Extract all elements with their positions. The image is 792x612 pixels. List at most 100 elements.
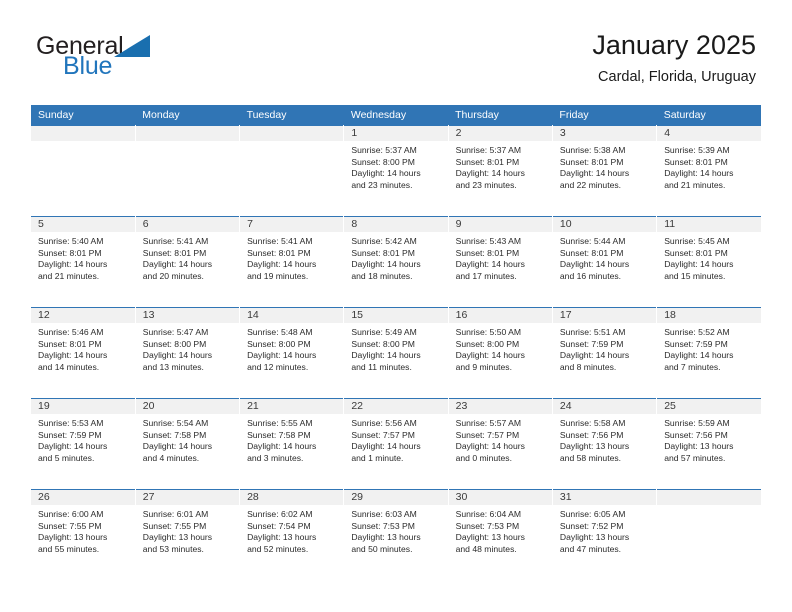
sunrise-time: Sunrise: 5:51 AM (559, 327, 626, 337)
sunrise-time: Sunrise: 5:55 AM (247, 418, 313, 428)
day-details: Sunrise: 5:49 AM Sunset: 8:00 PM Daylight:… (344, 323, 447, 373)
brand-logo[interactable]: General Blue (36, 32, 216, 84)
calendar-day-cell-empty (31, 125, 136, 217)
calendar-day-cell[interactable]: 16 Sunrise: 5:50 AM Sunset: 8:00 PM Dayligh… (448, 307, 553, 399)
calendar-day-cell[interactable]: 11 Sunrise: 5:45 AM Sunset: 8:01 PM Dayligh… (656, 216, 761, 308)
day-number (240, 126, 344, 141)
daylight-duration-line2: and 16 minutes. (559, 270, 622, 281)
calendar-day-cell[interactable]: 14 Sunrise: 5:48 AM Sunset: 8:00 PM Dayligh… (239, 307, 345, 399)
calendar-day-cell[interactable]: 26 Sunrise: 6:00 AM Sunset: 7:55 PM Dayligh… (31, 489, 136, 580)
sunrise-time: Sunrise: 5:48 AM (247, 327, 313, 337)
daylight-duration-line2: and 7 minutes. (664, 361, 721, 372)
day-details: Sunrise: 5:40 AM Sunset: 8:01 PM Daylight:… (31, 232, 135, 282)
daylight-duration-line2: and 15 minutes. (664, 270, 726, 281)
daylight-duration-line1: Daylight: 14 hours (664, 168, 734, 179)
calendar-day-cell[interactable]: 24 Sunrise: 5:58 AM Sunset: 7:56 PM Dayligh… (552, 398, 658, 490)
calendar-day-cell[interactable]: 30 Sunrise: 6:04 AM Sunset: 7:53 PM Dayligh… (448, 489, 553, 580)
daylight-duration-line1: Daylight: 14 hours (142, 441, 213, 452)
day-number: 28 (240, 490, 344, 505)
sunset-time: Sunset: 8:01 PM (559, 156, 624, 167)
calendar-day-cell[interactable]: 23 Sunrise: 5:57 AM Sunset: 7:57 PM Dayligh… (448, 398, 553, 490)
daylight-duration-line2: and 12 minutes. (247, 361, 309, 372)
calendar-day-cell[interactable]: 2 Sunrise: 5:37 AM Sunset: 8:01 PM Daylight… (448, 125, 553, 217)
calendar-day-cell[interactable]: 10 Sunrise: 5:44 AM Sunset: 8:01 PM Dayligh… (552, 216, 658, 308)
daylight-duration-line1: Daylight: 13 hours (38, 532, 108, 543)
calendar-day-cell[interactable]: 6 Sunrise: 5:41 AM Sunset: 8:01 PM Daylight… (135, 216, 241, 308)
daylight-duration-line1: Daylight: 14 hours (351, 259, 421, 270)
sunrise-time: Sunrise: 5:58 AM (559, 418, 626, 428)
calendar-day-cell[interactable]: 7 Sunrise: 5:41 AM Sunset: 8:01 PM Daylight… (239, 216, 345, 308)
sunrise-time: Sunrise: 5:59 AM (664, 418, 730, 428)
daylight-duration-line2: and 21 minutes. (664, 179, 726, 190)
day-number: 1 (344, 126, 448, 141)
sunrise-time: Sunrise: 5:40 AM (38, 236, 104, 246)
sunset-time: Sunset: 8:01 PM (38, 338, 102, 349)
calendar-day-cell[interactable]: 27 Sunrise: 6:01 AM Sunset: 7:55 PM Dayligh… (135, 489, 241, 580)
calendar-day-cell[interactable]: 21 Sunrise: 5:55 AM Sunset: 7:58 PM Dayligh… (239, 398, 345, 490)
calendar-day-cell[interactable]: 20 Sunrise: 5:54 AM Sunset: 7:58 PM Dayligh… (135, 398, 241, 490)
calendar-day-cell[interactable]: 13 Sunrise: 5:47 AM Sunset: 8:00 PM Dayligh… (135, 307, 241, 399)
day-number: 5 (31, 217, 135, 232)
day-details: Sunrise: 6:03 AM Sunset: 7:53 PM Daylight:… (344, 505, 447, 555)
day-number: 11 (657, 217, 761, 232)
day-details: Sunrise: 5:39 AM Sunset: 8:01 PM Daylight:… (657, 141, 761, 191)
daylight-duration-line1: Daylight: 14 hours (247, 259, 317, 270)
sunset-time: Sunset: 7:58 PM (247, 429, 311, 440)
daylight-duration-line1: Daylight: 14 hours (351, 441, 421, 452)
calendar-day-cell[interactable]: 17 Sunrise: 5:51 AM Sunset: 7:59 PM Dayligh… (552, 307, 658, 399)
page-title: January 2025 (592, 30, 756, 60)
sunrise-time: Sunrise: 5:47 AM (142, 327, 209, 337)
weekday-header-wednesday: Wednesday (343, 105, 449, 126)
sunset-time: Sunset: 8:00 PM (142, 338, 207, 349)
calendar-day-cell[interactable]: 3 Sunrise: 5:38 AM Sunset: 8:01 PM Daylight… (552, 125, 658, 217)
sunrise-time: Sunrise: 6:05 AM (559, 509, 626, 519)
calendar-day-cell[interactable]: 1 Sunrise: 5:37 AM Sunset: 8:00 PM Daylight… (343, 125, 449, 217)
calendar-day-cell[interactable]: 29 Sunrise: 6:03 AM Sunset: 7:53 PM Dayligh… (343, 489, 449, 580)
daylight-duration-line2: and 23 minutes. (351, 179, 413, 190)
sunrise-time: Sunrise: 6:02 AM (247, 509, 313, 519)
daylight-duration-line2: and 8 minutes. (559, 361, 617, 372)
calendar-day-cell[interactable]: 9 Sunrise: 5:43 AM Sunset: 8:01 PM Daylight… (448, 216, 553, 308)
sunrise-time: Sunrise: 5:37 AM (455, 145, 522, 155)
sunset-time: Sunset: 7:59 PM (38, 429, 102, 440)
daylight-duration-line1: Daylight: 14 hours (247, 441, 317, 452)
sunset-time: Sunset: 8:00 PM (351, 338, 415, 349)
day-number: 2 (448, 126, 552, 141)
calendar-day-cell[interactable]: 8 Sunrise: 5:42 AM Sunset: 8:01 PM Daylight… (343, 216, 449, 308)
sunset-time: Sunset: 8:01 PM (142, 247, 207, 258)
calendar-day-cell[interactable]: 12 Sunrise: 5:46 AM Sunset: 8:01 PM Dayligh… (31, 307, 136, 399)
day-number: 3 (552, 126, 657, 141)
day-details: Sunrise: 6:00 AM Sunset: 7:55 PM Daylight:… (31, 505, 135, 555)
daylight-duration-line2: and 5 minutes. (38, 452, 95, 463)
daylight-duration-line1: Daylight: 14 hours (38, 441, 108, 452)
calendar-day-cell[interactable]: 5 Sunrise: 5:40 AM Sunset: 8:01 PM Daylight… (31, 216, 136, 308)
daylight-duration-line2: and 21 minutes. (38, 270, 100, 281)
day-number: 30 (448, 490, 552, 505)
calendar-day-cell[interactable]: 19 Sunrise: 5:53 AM Sunset: 7:59 PM Dayligh… (31, 398, 136, 490)
calendar-day-cell[interactable]: 28 Sunrise: 6:02 AM Sunset: 7:54 PM Dayligh… (239, 489, 345, 580)
daylight-duration-line1: Daylight: 14 hours (559, 259, 630, 270)
calendar-day-cell[interactable]: 15 Sunrise: 5:49 AM Sunset: 8:00 PM Dayligh… (343, 307, 449, 399)
calendar-day-cell[interactable]: 31 Sunrise: 6:05 AM Sunset: 7:52 PM Dayligh… (552, 489, 658, 580)
day-number: 8 (344, 217, 448, 232)
daylight-duration-line2: and 22 minutes. (559, 179, 622, 190)
daylight-duration-line2: and 52 minutes. (247, 543, 309, 554)
daylight-duration-line2: and 58 minutes. (559, 452, 622, 463)
daylight-duration-line2: and 19 minutes. (247, 270, 309, 281)
day-details: Sunrise: 5:43 AM Sunset: 8:01 PM Daylight:… (449, 232, 552, 282)
calendar-day-cell[interactable]: 4 Sunrise: 5:39 AM Sunset: 8:01 PM Daylight… (656, 125, 761, 217)
daylight-duration-line2: and 48 minutes. (455, 543, 517, 554)
calendar-day-cell[interactable]: 18 Sunrise: 5:52 AM Sunset: 7:59 PM Dayligh… (656, 307, 761, 399)
weekday-header-sunday: Sunday (31, 105, 136, 126)
day-details: Sunrise: 6:04 AM Sunset: 7:53 PM Daylight:… (449, 505, 552, 555)
day-details: Sunrise: 5:48 AM Sunset: 8:00 PM Daylight:… (240, 323, 343, 373)
calendar-day-cell-empty (239, 125, 345, 217)
day-number: 12 (31, 308, 135, 323)
calendar-day-cell[interactable]: 22 Sunrise: 5:56 AM Sunset: 7:57 PM Dayligh… (343, 398, 449, 490)
sunrise-time: Sunrise: 6:01 AM (142, 509, 209, 519)
weekday-header-saturday: Saturday (656, 105, 761, 126)
day-details: Sunrise: 6:01 AM Sunset: 7:55 PM Daylight:… (136, 505, 239, 555)
calendar-day-cell[interactable]: 25 Sunrise: 5:59 AM Sunset: 7:56 PM Dayligh… (656, 398, 761, 490)
daylight-duration-line2: and 23 minutes. (455, 179, 517, 190)
day-details: Sunrise: 5:55 AM Sunset: 7:58 PM Daylight:… (240, 414, 343, 464)
